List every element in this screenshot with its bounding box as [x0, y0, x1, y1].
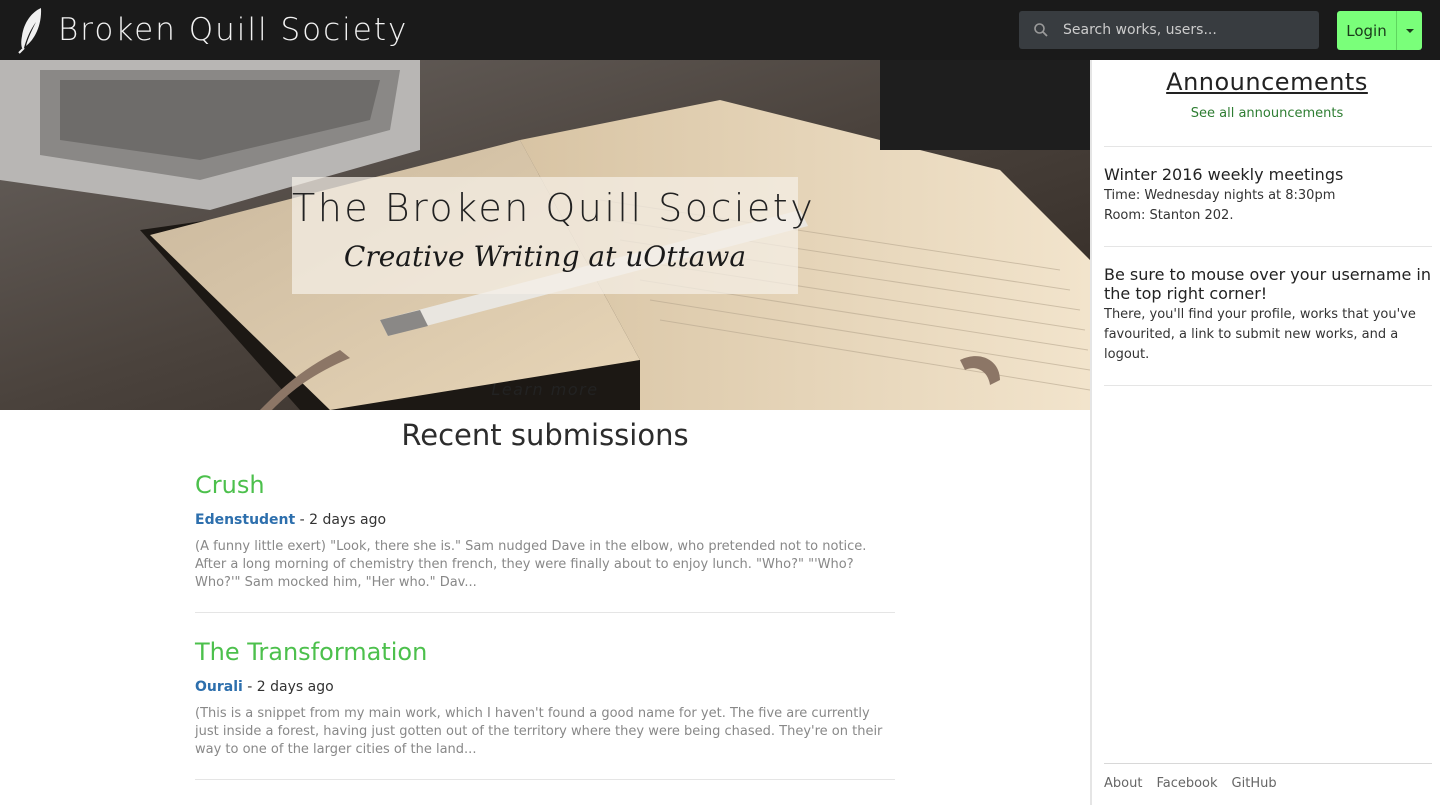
hero-subtitle: Creative Writing at uOttawa — [343, 240, 747, 273]
footer-link-facebook[interactable]: Facebook — [1156, 776, 1217, 791]
list-item: The Transformation Ourali - 2 days ago (… — [195, 633, 895, 780]
announcement-title: Be sure to mouse over your username in t… — [1104, 265, 1431, 303]
quill-icon — [18, 8, 42, 54]
footer-link-about[interactable]: About — [1104, 776, 1142, 791]
recent-submissions-heading: Recent submissions — [401, 418, 689, 452]
announcement-list: Winter 2016 weekly meetings Time: Wednes… — [1104, 146, 1432, 386]
divider — [1104, 385, 1432, 386]
top-navbar: Broken Quill Society Login — [0, 0, 1440, 60]
announcement-line: Time: Wednesday nights at 8:30pm — [1104, 188, 1336, 203]
hero-title-box: The Broken Quill Society Creative Writin… — [292, 177, 816, 294]
submission-snippet: (This is a snippet from my main work, wh… — [195, 706, 883, 757]
brand-link[interactable]: Broken Quill Society — [14, 6, 408, 54]
announcement-line: Room: Stanton 202. — [1104, 208, 1234, 223]
submission-time: - 2 days ago — [242, 679, 334, 695]
announcements-header: Announcements See all announcements — [1092, 60, 1440, 121]
submission-snippet: (A funny little exert) "Look, there she … — [195, 539, 867, 590]
announcements-title[interactable]: Announcements — [1166, 68, 1368, 96]
submission-meta: Edenstudent - 2 days ago — [195, 510, 895, 530]
announcement-item: Winter 2016 weekly meetings Time: Wednes… — [1104, 146, 1432, 246]
list-item: Crush Edenstudent - 2 days ago (A funny … — [195, 466, 895, 613]
submission-title-link[interactable]: Crush — [195, 466, 895, 504]
search-box[interactable] — [1019, 11, 1319, 49]
announcement-body: Time: Wednesday nights at 8:30pm Room: S… — [1104, 186, 1432, 226]
announcement-title: Winter 2016 weekly meetings — [1104, 165, 1344, 184]
hero-banner: The Broken Quill Society Creative Writin… — [0, 60, 1090, 410]
submission-title-link[interactable]: The Transformation — [195, 633, 895, 671]
submission-meta: Ourali - 2 days ago — [195, 677, 895, 697]
search-icon — [1034, 23, 1048, 37]
login-button[interactable]: Login — [1337, 11, 1397, 50]
caret-down-icon — [1405, 28, 1414, 33]
footer-link-github[interactable]: GitHub — [1232, 776, 1277, 791]
submission-list: Crush Edenstudent - 2 days ago (A funny … — [195, 466, 895, 800]
learn-more-link[interactable]: Learn more — [445, 380, 645, 399]
announcement-item: Be sure to mouse over your username in t… — [1104, 246, 1432, 385]
search-input[interactable] — [1063, 22, 1303, 38]
submission-time: - 2 days ago — [295, 512, 387, 528]
see-all-announcements-link[interactable]: See all announcements — [1092, 106, 1440, 121]
announcement-body: There, you'll find your profile, works t… — [1104, 305, 1432, 365]
hero-title: The Broken Quill Society — [292, 186, 816, 230]
login-button-group: Login — [1337, 11, 1422, 50]
author-link[interactable]: Ourali — [195, 679, 243, 695]
login-dropdown-toggle[interactable] — [1397, 11, 1422, 50]
announcement-line: There, you'll find your profile, works t… — [1104, 307, 1416, 362]
announcements-sidebar: Announcements See all announcements Wint… — [1090, 60, 1440, 805]
footer-links: About Facebook GitHub — [1104, 763, 1432, 791]
brand-title: Broken Quill Society — [58, 12, 409, 48]
author-link[interactable]: Edenstudent — [195, 512, 295, 528]
